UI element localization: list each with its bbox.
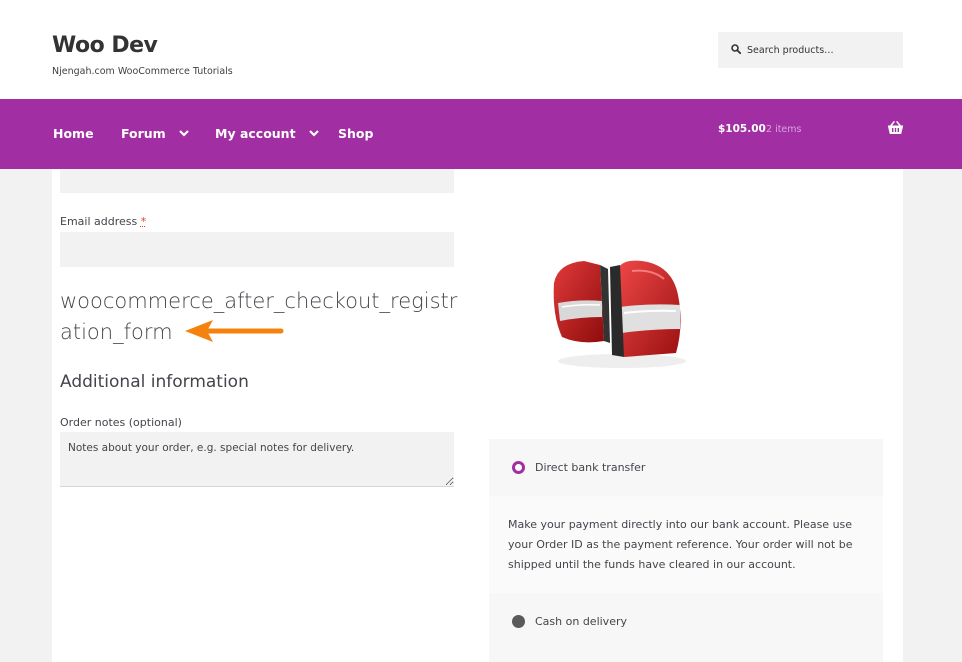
tail-light-product-image [553, 260, 686, 368]
search-box [718, 32, 903, 68]
nav-item-label: Forum [121, 126, 166, 141]
required-mark: * [140, 215, 147, 228]
email-label: Email address * [60, 215, 146, 228]
bank-transfer-description: Make your payment directly into our bank… [489, 496, 883, 593]
order-notes-textarea[interactable] [60, 432, 454, 487]
payment-method-label: Cash on delivery [535, 615, 627, 628]
email-field[interactable] [60, 232, 454, 267]
nav-item-forum[interactable]: Forum [121, 126, 189, 141]
order-notes-label: Order notes (optional) [60, 416, 182, 429]
payment-method-cash-on-delivery[interactable]: Cash on delivery [489, 593, 883, 662]
site-header: Woo Dev Njengah.com WooCommerce Tutorial… [0, 0, 962, 99]
additional-information-title: Additional information [60, 372, 249, 392]
radio-unselected-icon[interactable] [512, 615, 525, 628]
site-title[interactable]: Woo Dev [52, 33, 158, 58]
site-tagline: Njengah.com WooCommerce Tutorials [52, 66, 233, 77]
nav-item-shop[interactable]: Shop [338, 126, 373, 141]
previous-field-input[interactable] [60, 169, 454, 193]
primary-navigation: Home Forum My account Shop $105.00 2 ite… [0, 99, 962, 169]
bank-transfer-description-text: Make your payment directly into our bank… [508, 518, 853, 571]
search-input[interactable] [747, 32, 897, 68]
payment-method-bank-transfer[interactable]: Direct bank transfer [489, 439, 883, 496]
annotation-arrow-icon [185, 320, 284, 342]
chevron-down-icon [309, 130, 319, 137]
radio-selected-icon[interactable] [512, 461, 525, 474]
basket-icon[interactable] [887, 121, 904, 135]
nav-item-my-account[interactable]: My account [215, 126, 319, 141]
nav-item-home[interactable]: Home [53, 126, 94, 141]
email-label-text: Email address [60, 215, 138, 228]
search-icon [731, 44, 741, 54]
cart-item-count[interactable]: 2 items [766, 124, 801, 135]
payment-method-label: Direct bank transfer [535, 461, 646, 474]
nav-item-label: Shop [338, 126, 374, 141]
chevron-down-icon [179, 130, 189, 137]
nav-item-label: Home [53, 126, 94, 141]
nav-item-label: My account [215, 126, 296, 141]
cart-total[interactable]: $105.00 [718, 123, 766, 135]
